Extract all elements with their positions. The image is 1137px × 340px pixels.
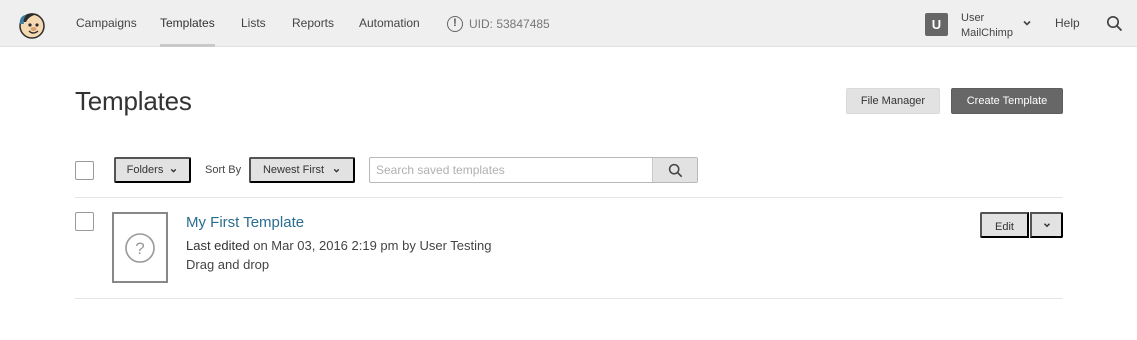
user-menu[interactable]: User MailChimp	[961, 11, 1013, 41]
help-link[interactable]: Help	[1055, 0, 1080, 47]
page-title: Templates	[75, 86, 192, 116]
user-name: User	[961, 12, 985, 24]
search-icon	[668, 163, 682, 177]
chevron-down-icon	[171, 168, 177, 173]
create-template-button[interactable]: Create Template	[951, 88, 1063, 114]
chevron-down-icon	[333, 168, 340, 173]
chevron-down-icon[interactable]	[1021, 17, 1033, 29]
divider	[75, 298, 1063, 299]
edited-label: Last edited	[186, 238, 250, 253]
question-icon: ?	[125, 232, 155, 263]
avatar[interactable]: U	[925, 13, 948, 36]
template-type: Drag and drop	[186, 257, 270, 272]
chevron-down-icon	[1043, 223, 1050, 228]
nav-lists[interactable]: Lists	[241, 0, 266, 47]
sort-dropdown[interactable]: Newest First	[249, 157, 355, 183]
search-icon[interactable]	[1106, 15, 1123, 32]
template-name-link[interactable]: My First Template	[186, 214, 304, 231]
template-thumbnail[interactable]: ?	[112, 212, 168, 283]
template-checkbox[interactable]	[75, 212, 94, 231]
uid-label: UID: 53847485	[469, 16, 550, 31]
search-input[interactable]	[370, 158, 652, 182]
user-account: MailChimp	[961, 27, 1013, 39]
more-actions-button[interactable]	[1030, 212, 1063, 238]
sort-by-label: Sort By	[205, 164, 242, 176]
select-all-checkbox[interactable]	[75, 161, 94, 180]
folders-label: Folders	[126, 164, 164, 176]
mailchimp-logo-icon[interactable]	[17, 10, 47, 40]
edited-detail: on Mar 03, 2016 2:19 pm by User Testing	[253, 238, 492, 253]
nav-templates[interactable]: Templates	[160, 0, 215, 47]
search-button[interactable]	[652, 158, 697, 182]
sort-value: Newest First	[262, 164, 325, 176]
alert-icon: !	[447, 15, 463, 32]
folders-dropdown[interactable]: Folders	[114, 157, 191, 183]
uid-display: ! UID: 53847485	[447, 14, 550, 33]
top-nav: Campaigns Templates Lists Reports Automa…	[0, 0, 1137, 47]
nav-campaigns[interactable]: Campaigns	[76, 0, 137, 47]
nav-reports[interactable]: Reports	[292, 0, 334, 47]
file-manager-button[interactable]: File Manager	[846, 88, 940, 114]
edit-button[interactable]: Edit	[980, 212, 1029, 238]
template-search	[369, 157, 698, 183]
thumbnail-glyph: ?	[135, 239, 144, 258]
nav-automation[interactable]: Automation	[359, 0, 420, 47]
divider	[75, 197, 1063, 198]
template-edited-info: Last edited on Mar 03, 2016 2:19 pm by U…	[186, 238, 491, 253]
